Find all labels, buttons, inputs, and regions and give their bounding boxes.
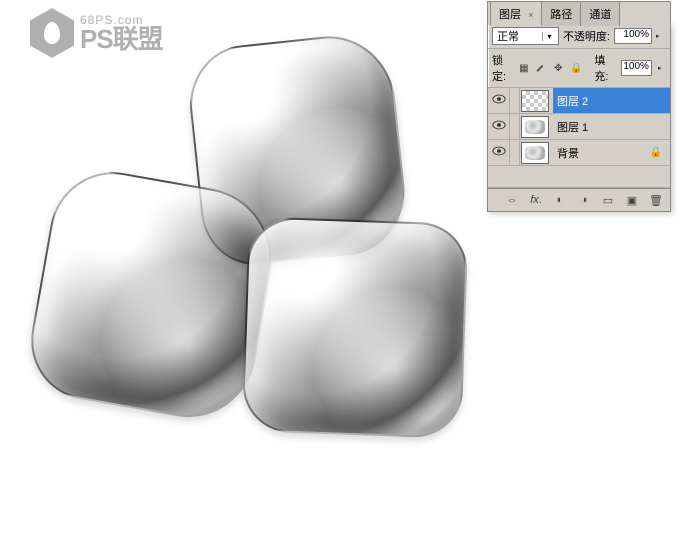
delete-layer-button[interactable]: 🗑 [648, 192, 664, 208]
lock-fill-row: 锁定: ▦ ✥ 🔒 填充: 100% ▸ [488, 49, 670, 88]
layer-name: 背景 [557, 145, 579, 161]
fill-input[interactable]: 100% [621, 60, 652, 76]
blend-mode-select[interactable]: 正常 ▾ [492, 27, 559, 45]
chevron-down-icon: ▾ [542, 32, 556, 41]
lock-label: 锁定: [492, 52, 512, 84]
new-layer-button[interactable]: ▣ [624, 192, 640, 208]
opacity-input[interactable]: 100% [614, 28, 652, 44]
layer-item[interactable]: 图层 1 [488, 114, 670, 140]
layer-item[interactable]: 图层 2 [488, 88, 670, 114]
layer-item[interactable]: 背景 🔒 [488, 140, 670, 166]
canvas-content[interactable] [40, 30, 500, 510]
fill-spinner[interactable]: ▸ [658, 65, 666, 72]
eye-icon [492, 146, 506, 159]
opacity-label: 不透明度: [563, 28, 610, 44]
blend-mode-value: 正常 [497, 28, 519, 44]
fill-label: 填充: [594, 52, 614, 84]
eye-icon [492, 120, 506, 133]
tab-label: 图层 [499, 9, 521, 21]
lock-all-icon[interactable]: 🔒 [570, 61, 582, 75]
tab-label: 通道 [589, 9, 611, 21]
panel-titlebar: 图层 × 路径 通道 – × [487, 1, 671, 25]
layer-name-area[interactable]: 背景 🔒 [553, 140, 670, 165]
lock-icon: 🔒 [650, 147, 662, 158]
layer-style-button[interactable]: fx. [528, 192, 544, 208]
layer-name-area[interactable]: 图层 1 [553, 114, 670, 139]
lock-position-icon[interactable]: ✥ [553, 61, 564, 75]
link-column[interactable] [510, 140, 520, 165]
layer-list: 图层 2 图层 1 背景 [488, 88, 670, 188]
visibility-toggle[interactable] [488, 140, 510, 165]
layers-panel: 图层 × 路径 通道 – × 正常 ▾ 不透明度: 100% ▸ 锁定: ▦ [487, 23, 671, 212]
link-column[interactable] [510, 88, 520, 113]
layer-list-empty-row [488, 166, 670, 188]
lock-paint-icon[interactable] [535, 61, 546, 75]
layer-name: 图层 2 [557, 93, 588, 109]
ice-cube-image [241, 216, 468, 439]
close-icon[interactable]: × [528, 10, 533, 20]
layer-thumbnail[interactable] [521, 90, 549, 112]
opacity-spinner[interactable]: ▸ [656, 33, 666, 40]
visibility-toggle[interactable] [488, 88, 510, 113]
layer-thumbnail[interactable] [521, 142, 549, 164]
panel-footer: ⇔ fx. ◐ ◑ ▭ ▣ 🗑 [488, 188, 670, 211]
tab-channels[interactable]: 通道 [580, 1, 620, 26]
lock-transparency-icon[interactable]: ▦ [518, 61, 529, 75]
tab-paths[interactable]: 路径 [541, 1, 581, 26]
adjustment-layer-button[interactable]: ◑ [576, 192, 592, 208]
layer-name: 图层 1 [557, 119, 588, 135]
tab-layers[interactable]: 图层 × [490, 1, 542, 26]
link-column[interactable] [510, 114, 520, 139]
visibility-toggle[interactable] [488, 114, 510, 139]
layer-name-area[interactable]: 图层 2 [553, 88, 670, 113]
layer-group-button[interactable]: ▭ [600, 192, 616, 208]
eye-icon [492, 94, 506, 107]
blend-opacity-row: 正常 ▾ 不透明度: 100% ▸ [488, 24, 670, 49]
tab-label: 路径 [550, 9, 572, 21]
link-layers-button[interactable]: ⇔ [504, 192, 520, 208]
layer-mask-button[interactable]: ◐ [552, 192, 568, 208]
panel-tabs: 图层 × 路径 通道 [488, 0, 619, 25]
layer-thumbnail[interactable] [521, 116, 549, 138]
